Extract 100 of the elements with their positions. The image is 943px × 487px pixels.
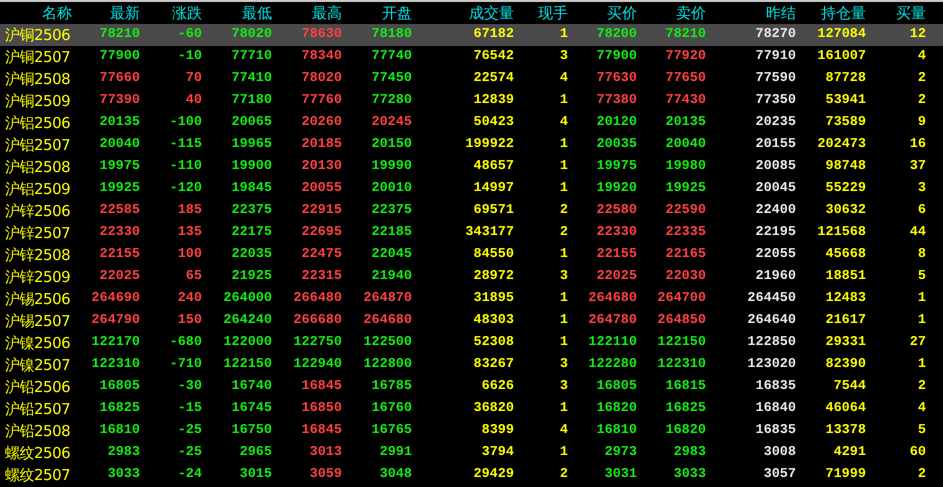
table-row[interactable]: 沪铝2508 19975 -110 19900 20130 19990 48657 1 19975 19980 20085 98748 37: [0, 156, 943, 178]
column-header[interactable]: 最高: [312, 3, 342, 23]
table-cell-text: 77650: [665, 70, 706, 88]
table-cell-text: 20135: [99, 114, 140, 132]
table-cell-text: 1: [560, 158, 568, 176]
table-cell-text: 202473: [817, 136, 866, 154]
table-cell-text: 4: [560, 422, 568, 440]
table-cell-text: 22315: [301, 268, 342, 286]
column-header[interactable]: 卖价: [676, 3, 706, 23]
table-cell-text: 264850: [657, 312, 706, 330]
table-row[interactable]: 沪铅2508 16810 -25 16750 16845 16765 8399 4 16810 16820 16835 13378 5: [0, 420, 943, 442]
table-row[interactable]: 沪铜2508 77660 70 77410 78020 77450 22574 4 77630 77650 77590 87728 2: [0, 68, 943, 90]
table-cell-text: 22155: [99, 246, 140, 264]
column-header[interactable]: 昨结: [766, 3, 796, 23]
table-row[interactable]: 沪锌2506 22585 185 22375 22915 22375 69571 2 22580 22590 22400 30632 6: [0, 200, 943, 222]
table-row[interactable]: 沪锌2509 22025 65 21925 22315 21940 28972 3 22025 22030 21960 18851 5: [0, 266, 943, 288]
table-cell-text: 127084: [817, 26, 866, 44]
column-header[interactable]: 持仓量: [821, 3, 866, 23]
table-row[interactable]: 沪铅2507 16825 -15 16745 16850 16760 36820 1 16820 16825 16840 46064 4: [0, 398, 943, 420]
table-cell-text: 199922: [465, 136, 514, 154]
table-cell-text: 185: [178, 202, 202, 220]
table-cell-text: 77380: [596, 92, 637, 110]
column-header[interactable]: 名称: [42, 3, 72, 23]
table-cell-text: 77740: [371, 48, 412, 66]
table-cell-text: 78340: [301, 48, 342, 66]
table-row[interactable]: 沪铅2506 16805 -30 16740 16845 16785 6626 3 16805 16815 16835 7544 2: [0, 376, 943, 398]
table-cell-text: 1: [560, 312, 568, 330]
table-cell-text: 22185: [371, 224, 412, 242]
table-cell-text: -15: [178, 400, 202, 418]
table-cell-text: -25: [178, 444, 202, 462]
table-cell-text: 16835: [755, 378, 796, 396]
column-header[interactable]: 开盘: [382, 3, 412, 23]
table-cell-text: 1: [560, 400, 568, 418]
table-row[interactable]: 螺纹2506 2983 -25 2965 3013 2991 3794 1 2973 2983 3008 4291 60: [0, 442, 943, 464]
table-cell-text: 16: [910, 136, 926, 154]
table-cell-text: 98748: [825, 158, 866, 176]
table-cell-text: 122310: [91, 356, 140, 374]
table-cell-text: 12483: [825, 290, 866, 308]
table-cell-text: -115: [170, 136, 202, 154]
table-cell-text: 16845: [301, 378, 342, 396]
table-row[interactable]: 沪镍2506 122170 -680 122000 122750 122500 52308 1 122110 122150 122850 29331 27: [0, 332, 943, 354]
table-cell-text: 122280: [588, 356, 637, 374]
table-cell-text: 1: [918, 290, 926, 308]
table-cell-text: 264450: [747, 290, 796, 308]
column-header[interactable]: 买价: [607, 3, 637, 23]
table-row[interactable]: 沪锌2507 22330 135 22175 22695 22185 343177 2 22330 22335 22195 121568 44: [0, 222, 943, 244]
table-cell-text: 264700: [657, 290, 706, 308]
column-header[interactable]: 现手: [538, 3, 568, 23]
table-row[interactable]: 沪镍2507 122310 -710 122150 122940 122800 83267 3 122280 122310 123020 82390 1: [0, 354, 943, 376]
table-cell-text: 22165: [665, 246, 706, 264]
table-cell-text: 78020: [231, 26, 272, 44]
contract-name: 沪锌2508: [4, 245, 70, 265]
table-cell-text: 20245: [371, 114, 412, 132]
table-cell-text: 87728: [825, 70, 866, 88]
column-header[interactable]: 买量: [896, 3, 926, 23]
table-row[interactable]: 沪铜2507 77900 -10 77710 78340 77740 76542 3 77900 77920 77910 161007 4: [0, 46, 943, 68]
table-row[interactable]: 沪锡2506 264690 240 264000 266480 264870 31895 1 264680 264700 264450 12483 1: [0, 288, 943, 310]
table-cell-text: 19845: [231, 180, 272, 198]
table-cell-text: 1: [560, 334, 568, 352]
table-cell-text: 122850: [747, 334, 796, 352]
column-header[interactable]: 涨跌: [172, 3, 202, 23]
table-row[interactable]: 沪铝2506 20135 -100 20065 20260 20245 50423 4 20120 20135 20235 73589 9: [0, 112, 943, 134]
column-header[interactable]: 成交量: [469, 3, 514, 23]
table-cell-text: 76542: [473, 48, 514, 66]
table-cell-text: 69571: [473, 202, 514, 220]
table-row[interactable]: 螺纹2507 3033 -24 3015 3059 3048 29429 2 3031 3033 3057 71999 2: [0, 464, 943, 486]
table-cell-text: 16835: [755, 422, 796, 440]
table-cell-text: 53941: [825, 92, 866, 110]
contract-name: 沪铅2507: [4, 399, 70, 419]
table-cell-text: 264640: [747, 312, 796, 330]
table-cell-text: -100: [170, 114, 202, 132]
table-row[interactable]: 沪铝2507 20040 -115 19965 20185 20150 199922 1 20035 20040 20155 202473 16: [0, 134, 943, 156]
table-cell-text: 77900: [596, 48, 637, 66]
table-cell-text: 16750: [231, 422, 272, 440]
table-cell-text: 19975: [596, 158, 637, 176]
table-row[interactable]: 沪锡2507 264790 150 264240 266680 264680 48303 1 264780 264850 264640 21617 1: [0, 310, 943, 332]
table-row[interactable]: 沪铝2509 19925 -120 19845 20055 20010 14997 1 19920 19925 20045 55229 3: [0, 178, 943, 200]
table-row[interactable]: 沪铜2509 77390 40 77180 77760 77280 12839 1 77380 77430 77350 53941 2: [0, 90, 943, 112]
table-cell-text: 12839: [473, 92, 514, 110]
column-header[interactable]: 最低: [242, 3, 272, 23]
contract-name: 沪铜2507: [4, 47, 70, 67]
column-header[interactable]: 最新: [110, 3, 140, 23]
table-cell-text: 4: [560, 114, 568, 132]
table-row[interactable]: 沪铜2506 78210 -60 78020 78630 78180 67182 1 78200 78210 78270 127084 12: [0, 24, 943, 46]
table-cell-text: 16805: [596, 378, 637, 396]
table-cell-text: 1: [560, 444, 568, 462]
table-row[interactable]: 沪锌2508 22155 100 22035 22475 22045 84550 1 22155 22165 22055 45668 8: [0, 244, 943, 266]
table-cell-text: 2965: [240, 444, 272, 462]
table-cell-text: 264680: [363, 312, 412, 330]
table-cell-text: 100: [178, 246, 202, 264]
table-cell-text: 60: [910, 444, 926, 462]
table-cell-text: 20040: [99, 136, 140, 154]
table-cell-text: 122170: [91, 334, 140, 352]
contract-name: 螺纹2507: [4, 465, 70, 485]
contract-name: 沪锌2509: [4, 267, 70, 287]
table-cell-text: 3057: [764, 466, 796, 484]
table-cell-text: 150: [178, 312, 202, 330]
table-cell-text: 22155: [596, 246, 637, 264]
table-cell-text: 12: [910, 26, 926, 44]
table-cell-text: 20040: [665, 136, 706, 154]
